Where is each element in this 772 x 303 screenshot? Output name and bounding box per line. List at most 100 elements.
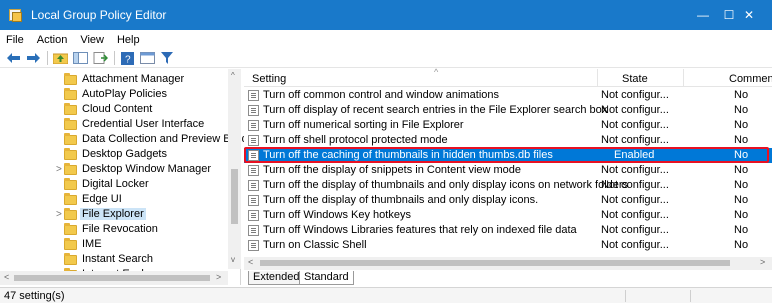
tree-item[interactable]: Data Collection and Preview Builds	[0, 132, 253, 147]
policy-comment: No	[734, 194, 749, 206]
tree-item[interactable]: Digital Locker	[0, 177, 228, 192]
policy-comment: No	[734, 104, 749, 116]
column-divider[interactable]	[597, 69, 598, 87]
svg-text:?: ?	[125, 54, 131, 65]
group-policy-app-icon	[9, 8, 23, 22]
policy-row[interactable]: Turn off display of recent search entrie…	[244, 103, 772, 118]
policy-setting-name: Turn off Windows Libraries features that…	[263, 224, 577, 236]
policy-setting-icon	[248, 150, 259, 161]
tree-item[interactable]: IME	[0, 237, 228, 252]
policy-state: Not configur...	[601, 179, 669, 191]
policy-row[interactable]: Turn off the display of thumbnails and o…	[244, 193, 772, 208]
toolbar-separator	[47, 51, 48, 65]
expand-chevron-icon[interactable]: >	[56, 209, 62, 220]
policy-row[interactable]: Turn off Windows Key hotkeys Not configur…	[244, 208, 772, 223]
menu-file[interactable]: File	[6, 34, 24, 46]
tree-item[interactable]: Desktop Gadgets	[0, 147, 228, 162]
list-horizontal-scrollbar[interactable]: < >	[244, 257, 772, 270]
tab-extended[interactable]: Extended	[248, 271, 305, 285]
folder-icon	[64, 208, 77, 220]
forward-arrow-icon[interactable]	[25, 51, 41, 65]
folder-icon	[64, 118, 77, 130]
tree-item[interactable]: Instant Search	[0, 252, 228, 267]
column-setting[interactable]: Setting	[252, 73, 286, 85]
tree-item-label: Desktop Window Manager	[82, 163, 212, 175]
policy-setting-icon	[248, 210, 259, 221]
close-button[interactable]: ✕	[726, 0, 772, 30]
policy-setting-icon	[248, 105, 259, 116]
view-tabs: Extended Standard	[244, 271, 772, 285]
toolbar: ?	[0, 49, 772, 68]
folder-up-icon[interactable]	[52, 51, 68, 65]
help-icon[interactable]: ?	[119, 51, 135, 65]
column-divider[interactable]	[683, 69, 684, 87]
folder-icon	[64, 88, 77, 100]
tree-item-label: IME	[82, 238, 102, 250]
tab-standard[interactable]: Standard	[299, 271, 354, 285]
status-text: 47 setting(s)	[4, 290, 65, 302]
policy-state: Not configur...	[601, 134, 669, 146]
policy-row[interactable]: Turn off common control and window anima…	[244, 88, 772, 103]
tree-item-label: File Explorer	[80, 208, 146, 220]
sort-indicator-icon: ^	[434, 67, 439, 77]
policy-state: Not configur...	[601, 119, 669, 131]
policy-setting-name: Turn off the caching of thumbnails in hi…	[263, 149, 553, 161]
window-title: Local Group Policy Editor	[31, 8, 167, 22]
tree-item-label: Credential User Interface	[82, 118, 205, 130]
menu-view[interactable]: View	[80, 34, 104, 46]
scroll-right-arrow[interactable]: >	[760, 257, 765, 267]
scroll-down-arrow[interactable]: v	[231, 255, 235, 264]
policy-row[interactable]: Turn off the display of snippets in Cont…	[244, 163, 772, 178]
filter-icon[interactable]	[159, 51, 175, 65]
scroll-thumb[interactable]	[14, 275, 210, 281]
policy-row[interactable]: Turn off shell protocol protected mode No…	[244, 133, 772, 148]
policy-row[interactable]: Turn off Windows Libraries features that…	[244, 223, 772, 238]
tree-item[interactable]: File Revocation	[0, 222, 228, 237]
tree-item[interactable]: > File Explorer	[0, 207, 228, 222]
folder-icon	[64, 133, 77, 145]
tree-item-label: Desktop Gadgets	[82, 148, 167, 160]
tree-item-label: Digital Locker	[82, 178, 149, 190]
tree-item[interactable]: > Desktop Window Manager	[0, 162, 228, 177]
folder-icon	[64, 238, 77, 250]
tree-item[interactable]: Credential User Interface	[0, 117, 228, 132]
policy-setting-icon	[248, 180, 259, 191]
column-state[interactable]: State	[622, 73, 648, 85]
policy-comment: No	[734, 134, 749, 146]
policy-setting-icon	[248, 90, 259, 101]
export-list-icon[interactable]	[92, 51, 108, 65]
menu-help[interactable]: Help	[117, 34, 140, 46]
scroll-thumb[interactable]	[231, 169, 238, 224]
show-hide-tree-icon[interactable]	[72, 51, 88, 65]
scroll-left-arrow[interactable]: <	[4, 272, 9, 282]
tree-item[interactable]: Cloud Content	[0, 102, 228, 117]
policy-row[interactable]: Turn off the caching of thumbnails in hi…	[244, 148, 772, 163]
tree-vertical-scrollbar[interactable]: ^ v	[228, 69, 241, 269]
policy-setting-name: Turn off numerical sorting in File Explo…	[263, 119, 464, 131]
expand-chevron-icon[interactable]: >	[56, 164, 62, 175]
scroll-up-arrow[interactable]: ^	[231, 71, 235, 80]
tree-horizontal-scrollbar[interactable]: < >	[0, 271, 228, 285]
scroll-left-arrow[interactable]: <	[248, 257, 253, 267]
policy-row[interactable]: Turn off numerical sorting in File Explo…	[244, 118, 772, 133]
policy-setting-icon	[248, 165, 259, 176]
tree-item-label: File Revocation	[82, 223, 158, 235]
tree-item[interactable]: Edge UI	[0, 192, 228, 207]
policy-setting-icon	[248, 135, 259, 146]
scroll-right-arrow[interactable]: >	[216, 272, 221, 282]
policy-comment: No	[734, 209, 749, 221]
tree-item-label: AutoPlay Policies	[82, 88, 167, 100]
policy-row[interactable]: Turn off the display of thumbnails and o…	[244, 178, 772, 193]
policy-comment: No	[734, 239, 749, 251]
properties-icon[interactable]	[139, 51, 155, 65]
column-comment[interactable]: Comment	[729, 73, 772, 85]
tree-item[interactable]: Attachment Manager	[0, 72, 228, 87]
settings-list-pane: Setting ^ State Comment Turn off common …	[244, 67, 772, 285]
menu-action[interactable]: Action	[37, 34, 68, 46]
policy-row[interactable]: Turn on Classic Shell Not configur... No	[244, 238, 772, 253]
status-separator	[625, 290, 626, 302]
back-arrow-icon[interactable]	[5, 51, 21, 65]
tree-item[interactable]: AutoPlay Policies	[0, 87, 228, 102]
scroll-thumb[interactable]	[260, 260, 730, 266]
column-header: Setting ^ State Comment	[244, 67, 772, 87]
